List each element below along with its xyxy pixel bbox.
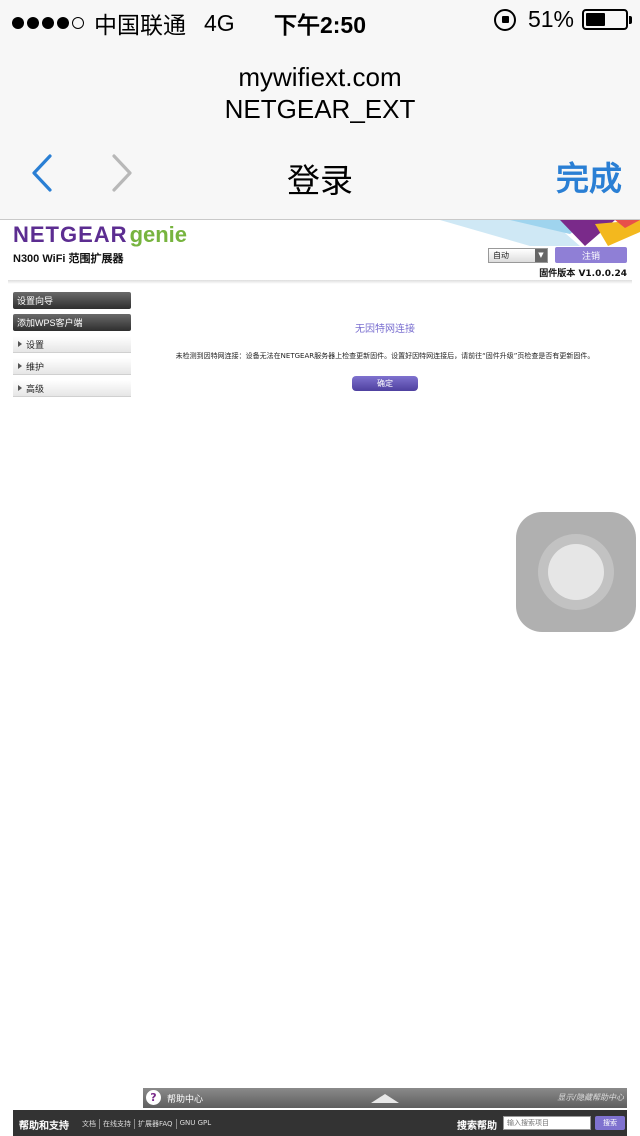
menu-advanced[interactable]: 高级: [13, 380, 131, 397]
search-button[interactable]: 搜索: [595, 1116, 625, 1130]
menu-advanced-label: 高级: [26, 384, 45, 395]
no-internet-message: 未检测到因特网连接：设备无法在NETGEAR服务器上检查更新固件。设置好因特网连…: [175, 352, 595, 360]
menu-maintenance[interactable]: 维护: [13, 358, 131, 375]
firmware-label: 固件版本: [539, 269, 576, 279]
help-question-icon: ?: [146, 1090, 161, 1105]
ok-button[interactable]: 确定: [352, 376, 418, 391]
language-select[interactable]: 自动 ▼: [488, 248, 548, 263]
help-center-label: 帮助中心: [167, 1095, 204, 1105]
expand-triangle-icon: [18, 385, 22, 391]
language-selected-value: 自动: [493, 251, 509, 260]
assistive-touch-core: [548, 544, 604, 600]
toggle-help-center-link[interactable]: 显示/隐藏帮助中心: [557, 1092, 624, 1103]
logout-button[interactable]: 注销: [555, 247, 627, 263]
expand-triangle-icon: [18, 341, 22, 347]
back-chevron-icon[interactable]: [28, 152, 58, 194]
footer-links: 文档 在线支持 扩展器FAQ GNU GPL: [79, 1119, 214, 1129]
header-divider: [8, 280, 632, 284]
status-bar: 中国联通 4G 下午2:50 51%: [0, 0, 640, 40]
login-realm: NETGEAR_EXT: [224, 94, 416, 124]
menu-setup-wizard[interactable]: 设置向导: [13, 292, 131, 309]
logo-netgear-text: NETGEAR: [13, 222, 128, 247]
header-decoration-graphic: [440, 220, 640, 246]
netgear-genie-logo: NETGEARgenie: [13, 222, 187, 248]
search-help-input[interactable]: [503, 1116, 591, 1130]
search-help-label: 搜索帮助: [457, 1121, 497, 1132]
expand-up-arrow-icon[interactable]: [371, 1094, 399, 1103]
menu-maintenance-label: 维护: [26, 362, 45, 373]
menu-settings-label: 设置: [26, 340, 45, 351]
battery-icon: [582, 9, 632, 30]
footer-link-faq[interactable]: 扩展器FAQ: [135, 1119, 177, 1129]
rotation-lock-icon: [493, 8, 516, 31]
forward-chevron-icon[interactable]: [106, 152, 136, 194]
product-name: N300 WiFi 范围扩展器: [13, 253, 124, 265]
assistive-touch-ring: [538, 534, 614, 610]
firmware-version: 固件版本 V1.0.0.24: [539, 266, 627, 279]
battery-level-fill: [586, 13, 606, 26]
footer-title: 帮助和支持: [19, 1121, 69, 1132]
main-content: 无因特网连接 未检测到因特网连接：设备无法在NETGEAR服务器上检查更新固件。…: [140, 320, 630, 391]
side-menu: 设置向导 添加WPS客户端 设置 维护 高级: [13, 292, 131, 402]
dropdown-arrow-icon: ▼: [535, 249, 547, 262]
expand-triangle-icon: [18, 363, 22, 369]
footer-link-online-support[interactable]: 在线支持: [100, 1119, 135, 1129]
footer-link-gpl[interactable]: GNU GPL: [177, 1119, 215, 1129]
menu-add-wps-client[interactable]: 添加WPS客户端: [13, 314, 131, 331]
login-sheet-header: mywifiext.com NETGEAR_EXT 登录 完成: [0, 40, 640, 220]
status-right: 51%: [493, 6, 632, 33]
logo-genie-text: genie: [129, 222, 188, 247]
battery-percent: 51%: [527, 6, 574, 32]
help-center-bar[interactable]: ? 帮助中心 显示/隐藏帮助中心: [143, 1088, 627, 1108]
footer-link-docs[interactable]: 文档: [79, 1119, 100, 1129]
login-host: mywifiext.com: [238, 62, 402, 92]
login-title: 登录: [287, 161, 353, 200]
done-button[interactable]: 完成: [556, 152, 622, 200]
support-footer: 帮助和支持 文档 在线支持 扩展器FAQ GNU GPL 搜索帮助 搜索: [13, 1110, 627, 1136]
menu-settings[interactable]: 设置: [13, 336, 131, 353]
assistive-touch-button[interactable]: [516, 512, 636, 632]
router-admin-page: NETGEARgenie N300 WiFi 范围扩展器 自动 ▼ 注销 固件版…: [0, 220, 640, 1136]
no-internet-title: 无因特网连接: [355, 324, 415, 335]
firmware-version-value: V1.0.0.24: [578, 269, 627, 279]
